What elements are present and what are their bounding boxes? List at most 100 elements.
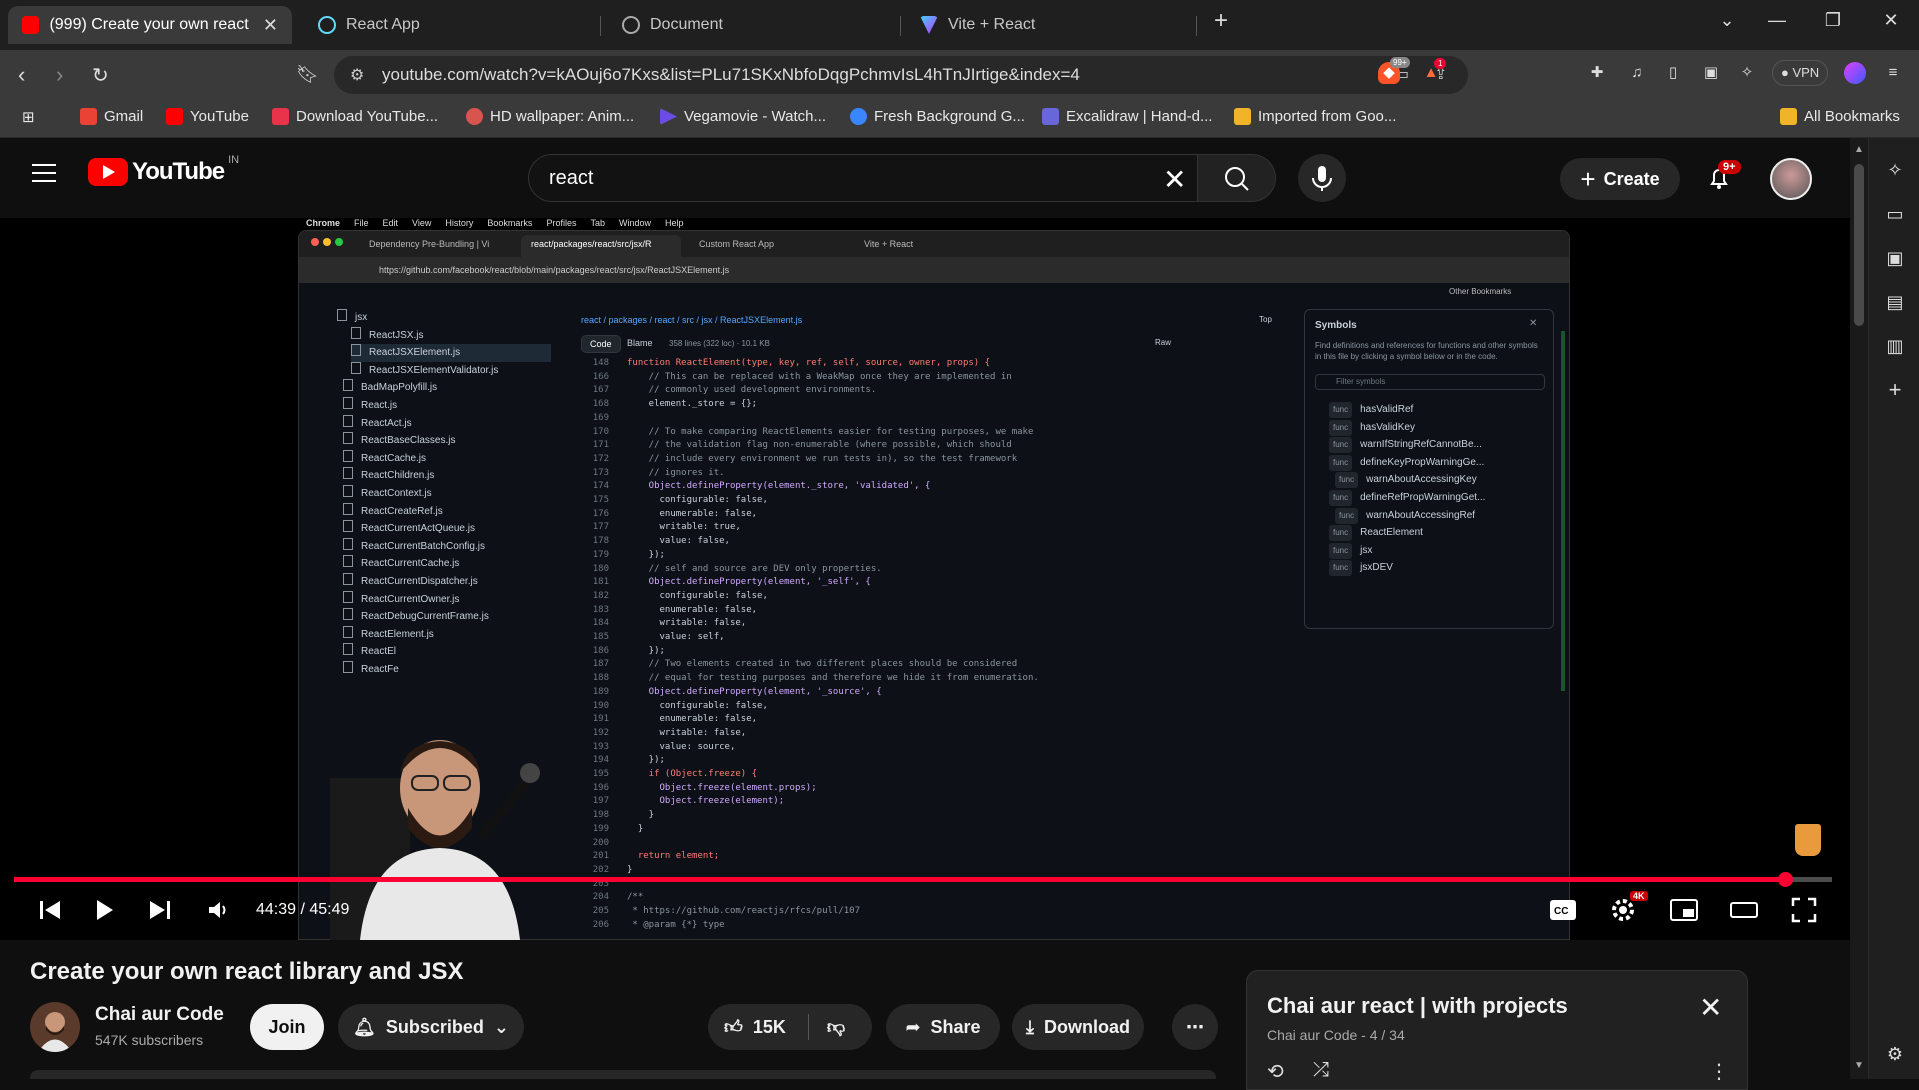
account-avatar[interactable] bbox=[1770, 158, 1812, 200]
code-text: // ignores it. bbox=[627, 467, 725, 478]
apps-icon[interactable]: ⊞ bbox=[22, 108, 35, 126]
create-button[interactable]: + Create bbox=[1560, 158, 1680, 200]
close-playlist-icon[interactable]: ✕ bbox=[1699, 991, 1722, 1024]
thumbs-down-icon: 👎︎ bbox=[826, 1017, 846, 1037]
bookmark-vegamovie[interactable]: Vegamovie - Watch... bbox=[660, 108, 826, 125]
talk-icon[interactable]: ▭ bbox=[1883, 202, 1907, 226]
media-icon[interactable]: ♫ bbox=[1626, 62, 1648, 84]
captions-button[interactable]: CC bbox=[1548, 894, 1578, 926]
bookmark-imported-folder[interactable]: Imported from Goo... bbox=[1234, 108, 1396, 125]
like-button[interactable]: 👍︎ 15K bbox=[724, 1016, 786, 1038]
theater-mode-button[interactable] bbox=[1728, 894, 1760, 926]
code-line: 169 bbox=[569, 412, 627, 425]
bookmark-hd-wallpaper[interactable]: HD wallpaper: Anim... bbox=[466, 108, 634, 125]
sidebar-settings-icon[interactable]: ⚙ bbox=[1883, 1042, 1907, 1066]
close-tab-icon[interactable]: ✕ bbox=[263, 15, 278, 36]
site-info-icon[interactable]: ⚙ bbox=[350, 65, 364, 85]
profile-icon[interactable] bbox=[1844, 62, 1866, 84]
scroll-up-icon[interactable]: ▲ bbox=[1854, 144, 1864, 155]
bookmark-fresh-background[interactable]: Fresh Background G... bbox=[850, 108, 1025, 125]
line-number: 200 bbox=[592, 837, 609, 848]
line-number: 183 bbox=[592, 604, 609, 615]
sidebar-toggle-icon[interactable]: ▯ bbox=[1662, 62, 1684, 84]
previous-button[interactable] bbox=[36, 894, 64, 926]
new-tab-button[interactable]: + bbox=[1206, 7, 1236, 35]
tab-youtube[interactable]: (999) Create your own react libr ✕ bbox=[8, 6, 292, 44]
forward-icon[interactable]: › bbox=[56, 62, 63, 88]
playlist-more-icon[interactable]: ⋮ bbox=[1709, 1059, 1729, 1084]
minimize-icon[interactable]: — bbox=[1762, 10, 1792, 31]
bookmark-page-icon[interactable]: 🔖︎ bbox=[296, 64, 319, 85]
mac-menu-item: View bbox=[412, 218, 432, 228]
leo-sidebar-icon[interactable]: ✧ bbox=[1883, 158, 1907, 182]
mac-menu-item: History bbox=[445, 218, 474, 228]
func-tag: func bbox=[1329, 437, 1353, 454]
playlist-title[interactable]: Chai aur react | with projects bbox=[1267, 993, 1568, 1019]
extensions-icon[interactable]: ✚ bbox=[1586, 62, 1608, 84]
bookmark-label: Download YouTube... bbox=[296, 108, 439, 125]
loop-playlist-icon[interactable]: ⟲ bbox=[1267, 1059, 1284, 1084]
vpn-button[interactable]: ● VPN bbox=[1772, 60, 1829, 86]
code-text: // To make comparing ReactElements easie… bbox=[627, 426, 1034, 437]
file-tree-item: React.js bbox=[343, 397, 397, 415]
bookmark-excalidraw[interactable]: Excalidraw | Hand-d... bbox=[1042, 108, 1212, 125]
play-button[interactable] bbox=[90, 894, 118, 926]
scrollbar-thumb[interactable] bbox=[1854, 164, 1864, 326]
line-number: 205 bbox=[592, 906, 609, 916]
bookmarks-sidebar-icon[interactable]: ▤ bbox=[1883, 290, 1907, 314]
tab-search-icon[interactable]: ⌄ bbox=[1712, 10, 1742, 31]
progress-scrubber[interactable] bbox=[1777, 872, 1793, 887]
clear-search-icon[interactable]: ✕ bbox=[1163, 163, 1186, 196]
reload-icon[interactable]: ↻ bbox=[92, 63, 109, 88]
fullscreen-button[interactable] bbox=[1788, 894, 1820, 926]
voice-search-button[interactable] bbox=[1298, 154, 1346, 202]
miniplayer-button[interactable] bbox=[1668, 894, 1700, 926]
line-number: 190 bbox=[592, 700, 609, 711]
bookmark-label: Vegamovie - Watch... bbox=[684, 108, 827, 125]
symbol-name: hasValidRef bbox=[1360, 404, 1414, 415]
line-number: 167 bbox=[592, 385, 609, 396]
search-input[interactable]: react ✕ bbox=[528, 154, 1198, 202]
leo-ai-icon[interactable]: ✧ bbox=[1736, 62, 1758, 84]
page-scrollbar[interactable]: ▲ ▼ bbox=[1850, 138, 1868, 1079]
share-button[interactable]: ➦ Share bbox=[886, 1004, 1000, 1050]
back-icon[interactable]: ‹ bbox=[18, 62, 25, 88]
channel-avatar[interactable] bbox=[30, 1002, 80, 1052]
bookmark-gmail[interactable]: Gmail bbox=[80, 108, 143, 125]
download-button[interactable]: ⤓ Download bbox=[1012, 1004, 1144, 1050]
all-bookmarks-folder[interactable]: All Bookmarks bbox=[1780, 108, 1900, 125]
func-tag: func bbox=[1329, 560, 1353, 577]
tab-document[interactable]: Document bbox=[608, 6, 898, 44]
code-line: 202} bbox=[569, 864, 633, 877]
wallet-icon[interactable]: ▣ bbox=[1700, 62, 1722, 84]
progress-bar[interactable] bbox=[14, 872, 1832, 887]
subscribed-button[interactable]: 🔔︎ Subscribed ⌄ bbox=[338, 1004, 524, 1050]
search-button[interactable] bbox=[1198, 154, 1276, 202]
hamburger-menu-icon[interactable] bbox=[32, 164, 56, 182]
video-player[interactable]: Chrome File Edit View History Bookmarks … bbox=[0, 218, 1850, 940]
scroll-down-icon[interactable]: ▼ bbox=[1854, 1060, 1864, 1071]
browser-menu-icon[interactable]: ≡ bbox=[1882, 62, 1904, 84]
mute-button[interactable] bbox=[204, 894, 232, 926]
code-line: 195 if (Object.freeze) { bbox=[569, 768, 757, 781]
gmail-icon bbox=[80, 108, 97, 125]
tab-vite[interactable]: Vite + React bbox=[906, 6, 1196, 44]
bookmark-download-youtube[interactable]: Download YouTube... bbox=[272, 108, 438, 125]
wallet-sidebar-icon[interactable]: ▣ bbox=[1883, 246, 1907, 270]
description-box[interactable] bbox=[30, 1070, 1216, 1079]
join-button[interactable]: Join bbox=[250, 1004, 324, 1050]
mac-menu-item: Profiles bbox=[546, 218, 577, 228]
dislike-button[interactable]: 👎︎ bbox=[827, 1016, 845, 1038]
address-bar[interactable]: ⚙ youtube.com/watch?v=kAOuj6o7Kxs&list=P… bbox=[334, 56, 1468, 94]
next-button[interactable] bbox=[146, 894, 174, 926]
folder-icon bbox=[1234, 108, 1251, 125]
youtube-logo[interactable]: YouTube IN bbox=[88, 154, 239, 186]
maximize-icon[interactable]: ❐ bbox=[1818, 10, 1848, 31]
tab-react-app[interactable]: React App bbox=[304, 6, 594, 44]
reading-list-icon[interactable]: ▥ bbox=[1883, 334, 1907, 358]
close-window-icon[interactable]: ✕ bbox=[1876, 10, 1906, 31]
channel-name[interactable]: Chai aur Code bbox=[95, 1004, 224, 1026]
add-sidebar-icon[interactable]: + bbox=[1883, 378, 1907, 402]
bookmark-youtube[interactable]: YouTube bbox=[166, 108, 249, 125]
more-actions-button[interactable]: ⋯ bbox=[1172, 1004, 1218, 1050]
